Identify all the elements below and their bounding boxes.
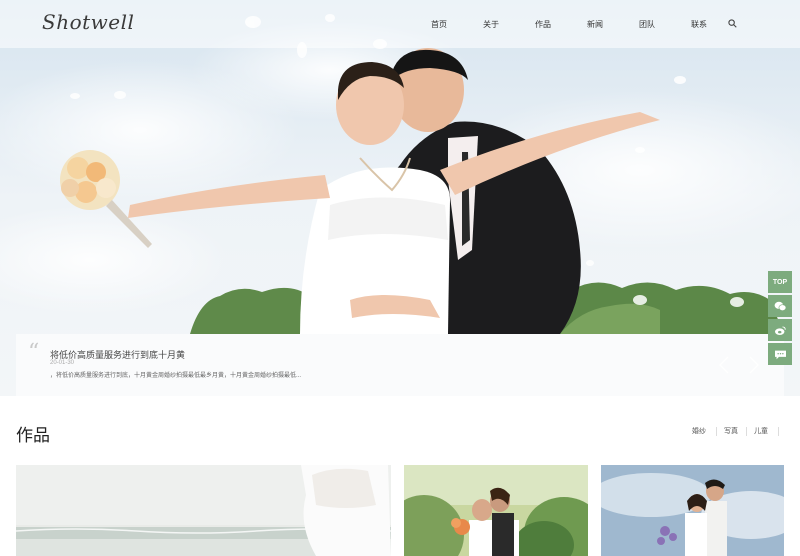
search-icon[interactable]	[728, 19, 737, 28]
chat-button[interactable]	[768, 343, 792, 365]
work-card-3[interactable]	[601, 465, 784, 556]
nav-item-works[interactable]: 作品	[535, 19, 551, 30]
nav-item-about[interactable]: 关于	[483, 19, 499, 30]
quote-icon: “	[28, 340, 40, 365]
site-header: Shotwell 首页 关于 作品 新闻 团队 联系	[0, 0, 800, 48]
slider-prev-arrow-icon[interactable]	[713, 354, 737, 376]
work-photo-couple-kiss	[404, 465, 588, 556]
filter-tab-portrait[interactable]: 写真	[724, 426, 738, 436]
filter-tab-wedding[interactable]: 婚纱	[692, 426, 706, 436]
main-nav: 首页 关于 作品 新闻 团队 联系	[0, 19, 800, 33]
works-section-title: 作品	[16, 426, 50, 445]
work-photo-couple-sky	[601, 465, 784, 556]
back-to-top-button[interactable]: TOP	[768, 271, 792, 293]
weibo-button[interactable]	[768, 319, 792, 341]
filter-divider	[746, 427, 747, 436]
nav-item-contact[interactable]: 联系	[691, 19, 707, 30]
wechat-button[interactable]	[768, 295, 792, 317]
slider-caption[interactable]: “ 将低价高质量服务进行到底十月黄 20-01-30 ，将低价高质量服务进行到底…	[16, 334, 784, 396]
filter-divider	[778, 427, 779, 436]
filter-divider	[716, 427, 717, 436]
slider-date: 20-01-30	[50, 360, 75, 366]
work-card-1[interactable]	[16, 465, 391, 556]
nav-item-home[interactable]: 首页	[431, 19, 447, 30]
slider-description: ，将低价高质量服务进行到底，十月黄金周婚纱拍摄最低最乡月黄，十月黄金周婚纱拍摄最…	[50, 373, 302, 379]
wechat-icon	[774, 301, 786, 311]
nav-item-team[interactable]: 团队	[639, 19, 655, 30]
work-photo-beach	[16, 465, 391, 556]
chat-icon	[774, 350, 786, 359]
float-toolbar: TOP	[768, 271, 792, 367]
nav-item-news[interactable]: 新闻	[587, 19, 603, 30]
slider-next-arrow-icon[interactable]	[741, 354, 765, 376]
work-card-2[interactable]	[404, 465, 588, 556]
filter-tab-kids[interactable]: 儿童	[754, 426, 768, 436]
weibo-icon	[774, 325, 786, 335]
